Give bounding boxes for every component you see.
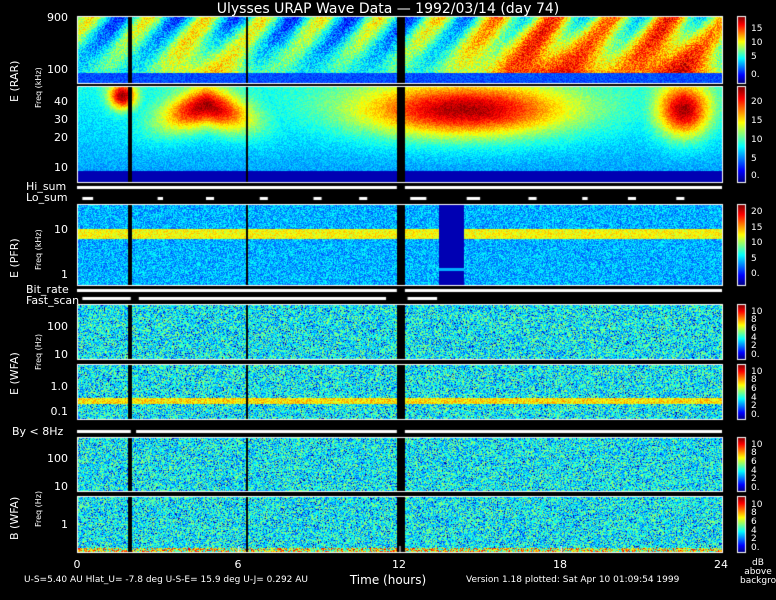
colorbar-tick: 0. [751,350,760,360]
rar-panel-label: E (RAR) [8,60,21,102]
y-tick: 20 [54,131,68,144]
y-tick: 10 [54,348,68,361]
spectrogram-canvas [0,0,776,600]
y-tick: 0.1 [50,405,69,418]
colorbar-tick: 0. [751,410,760,420]
colorbar-tick: 20 [751,207,763,217]
colorbar-unit-background: background [740,576,776,586]
colorbar-tick: 0. [751,70,760,80]
by-label: By < 8Hz [12,425,64,438]
wfa-b-panel-label: B (WFA) [8,496,21,540]
wfa-e-panel-label: E (WFA) [8,352,21,395]
fast-scan-label: Fast_scan [26,294,80,307]
y-tick: 100 [47,320,68,333]
colorbar-tick: 0. [751,543,760,553]
lo-sum-label: Lo_sum [26,191,68,204]
y-tick: 10 [54,223,68,236]
y-tick: 30 [54,113,68,126]
y-tick: 10 [54,480,68,493]
y-tick: 1 [61,518,68,531]
y-tick: 100 [47,63,68,76]
colorbar-tick: 20 [751,97,763,107]
y-tick: 900 [47,11,68,24]
colorbar-tick: 10 [751,38,763,48]
y-tick: 40 [54,95,68,108]
y-tick: 10 [54,161,68,174]
footer-version: Version 1.18 plotted: Sat Apr 10 01:09:5… [466,575,680,585]
y-tick: 1.0 [50,380,69,393]
x-tick: 24 [714,558,728,571]
x-tick: 6 [234,558,242,571]
x-tick: 18 [553,558,567,571]
pfr-panel-label: E (PFR) [8,238,21,278]
y-tick: 1 [61,268,68,281]
x-tick: 0 [73,558,81,571]
x-tick: 12 [392,558,406,571]
colorbar-tick: 10 [751,135,763,145]
colorbar-tick: 0. [751,171,760,181]
colorbar-tick: 15 [751,24,763,34]
y-tick: 100 [47,452,68,465]
colorbar-tick: 10 [751,238,763,248]
colorbar-tick: 15 [751,116,763,126]
colorbar-tick: 5 [751,154,757,164]
page-title: Ulysses URAP Wave Data — 1992/03/14 (day… [216,1,560,17]
colorbar-tick: 0. [751,269,760,279]
footer-orbit-info: U-S=5.40 AU Hlat_U= -7.8 deg U-S-E= 15.9… [24,575,309,585]
colorbar-tick: 15 [751,223,763,233]
colorbar-tick: 5 [751,52,757,62]
colorbar-tick: 0. [751,483,760,493]
colorbar-tick: 5 [751,254,757,264]
